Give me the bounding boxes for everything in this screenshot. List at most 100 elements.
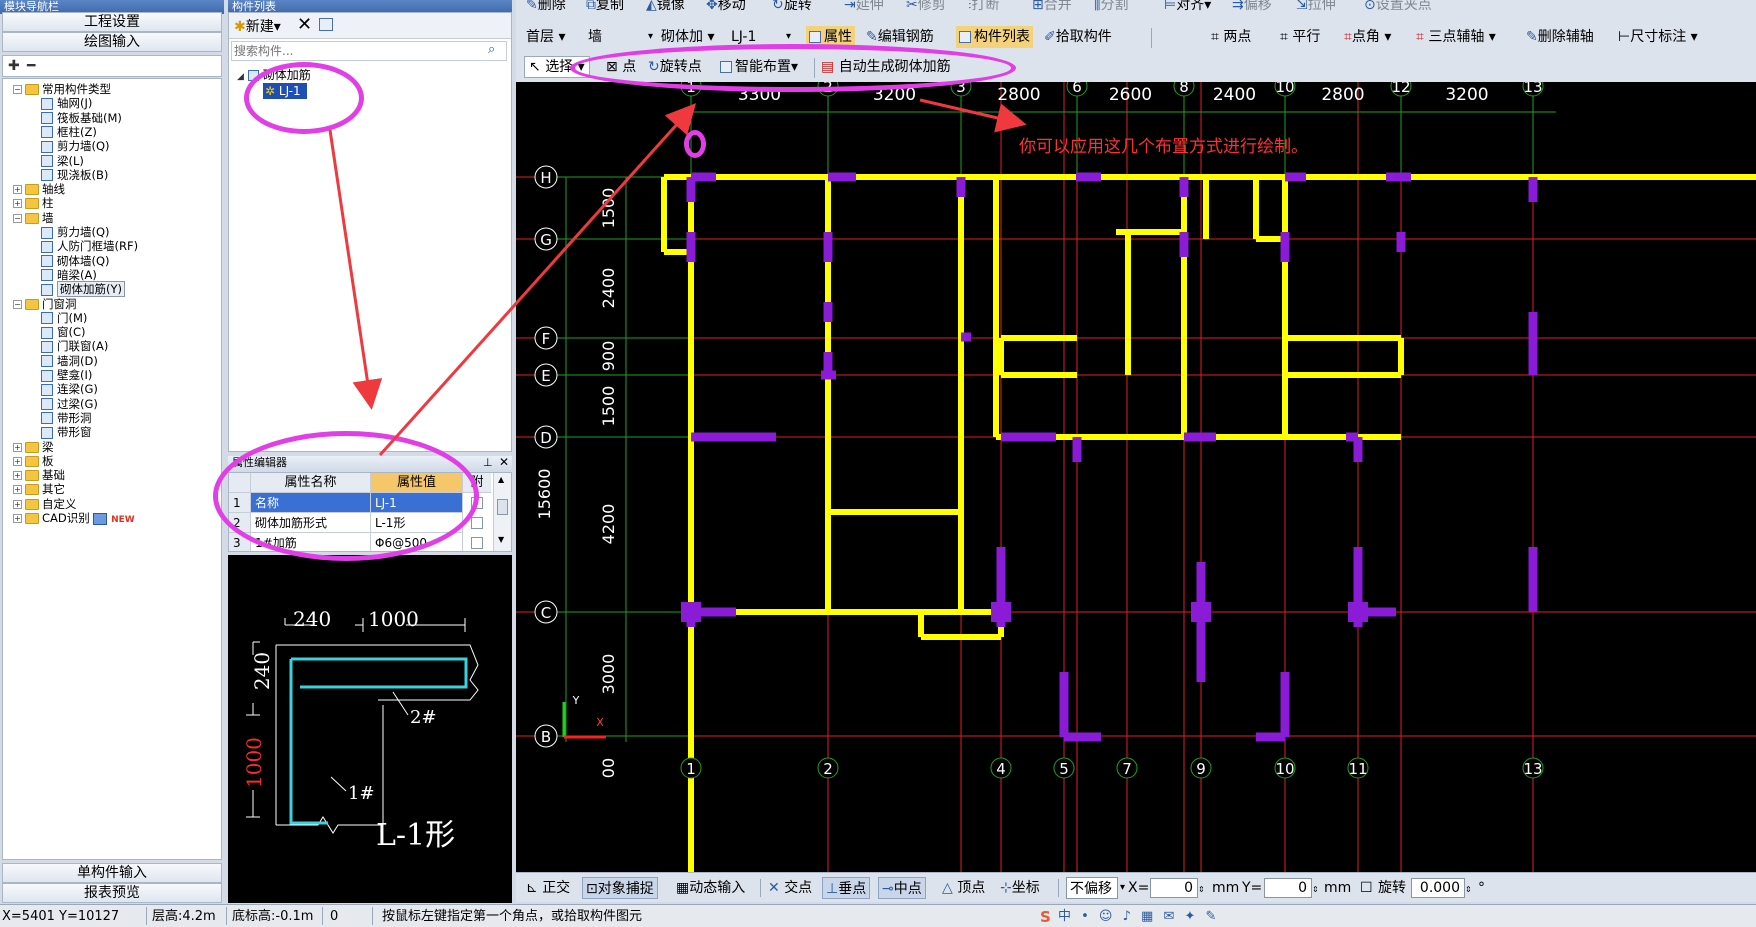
point-angle-axis-button[interactable]: ⌗点角 ▾ [1344, 26, 1391, 48]
dimension-icon: ⊢ [1618, 29, 1631, 45]
row-axis-label: D [540, 429, 552, 447]
delete-icon[interactable]: ✕ [297, 14, 312, 35]
move-button[interactable]: ✥移动 [706, 0, 746, 16]
split-button[interactable]: ⫼分割 [1094, 0, 1128, 16]
bottom-elevation: 底标高:-0.1m [232, 909, 314, 924]
copy-icon[interactable] [319, 18, 333, 31]
dynamic-input-button[interactable]: ▦动态输入 [676, 877, 745, 899]
property-extra-checkbox[interactable] [471, 537, 483, 549]
merge-button[interactable]: ⊞合并 [1032, 0, 1072, 16]
row-axis-label: H [540, 169, 551, 187]
rebar-node [991, 602, 1011, 622]
expand-toggle-icon[interactable]: + [13, 514, 22, 523]
expand-toggle-icon[interactable]: + [13, 199, 22, 209]
intersection-snap-button[interactable]: ✕ 交点 [768, 877, 812, 899]
callout-property-editor [213, 431, 479, 561]
ortho-button[interactable]: ⊾ 正交 [526, 877, 570, 899]
nav-tree-label: 带形窗 [57, 425, 92, 440]
parallel-axis-button[interactable]: ⌗ 平行 [1280, 26, 1320, 48]
new-component-button[interactable]: ✱新建▾ [234, 16, 281, 36]
bar1-label: 1# [348, 783, 375, 804]
search-input[interactable] [234, 43, 474, 59]
bottom-axis-label: 1 [686, 760, 696, 778]
property-extra-checkbox[interactable] [471, 517, 483, 529]
drawing-canvas[interactable]: 1 2 3 6 8 10 12 13 3300 3200 2800 2600 2400 2800 3200 1… [516, 82, 1756, 872]
close-icon[interactable]: ✕ [499, 455, 509, 469]
component-list-button[interactable]: 构件列表 [956, 26, 1033, 48]
delete-axis-button[interactable]: ✎删除辅轴 [1526, 26, 1594, 48]
nav-tree-label: 门(M) [57, 310, 88, 325]
collapse-all-icon[interactable]: ━ [27, 58, 35, 74]
trim-button[interactable]: ✂修剪 [906, 0, 946, 16]
component-list-toolbar: ✱新建▾ ✕ [229, 13, 511, 39]
snap-icon: ⊡ [586, 881, 598, 897]
component-type-icon [41, 97, 53, 110]
rebar-node [1191, 602, 1211, 622]
y-offset-input[interactable]: 0 [1264, 878, 1312, 898]
category-select[interactable]: 墙 [588, 26, 602, 48]
folder-icon [25, 513, 39, 524]
vertex-snap-button[interactable]: △ 顶点 [942, 877, 985, 899]
align-button[interactable]: ⊨对齐▾ [1164, 0, 1211, 16]
left-dimension: 00 [599, 758, 618, 778]
rotate-input[interactable]: 0.000 [1411, 878, 1465, 898]
rotate-button[interactable]: ↻旋转 [772, 0, 812, 16]
expand-toggle-icon[interactable]: − [13, 299, 22, 309]
x-offset-input[interactable]: 0 [1150, 878, 1198, 898]
expand-toggle-icon[interactable]: − [13, 213, 22, 223]
type-select[interactable]: 砌体加 ▾ [661, 26, 714, 48]
expand-toggle-icon[interactable]: + [13, 485, 22, 495]
expand-toggle-icon[interactable]: + [13, 185, 22, 195]
component-type-icon [41, 226, 53, 239]
expand-all-icon[interactable]: ✚ [8, 58, 20, 74]
stretch-button[interactable]: ⇲拉伸 [1296, 0, 1336, 16]
nav-tree-label: 连梁(G) [57, 382, 98, 397]
floor-height: 层高:4.2m [152, 909, 216, 924]
floor-select[interactable]: 首层 ▾ [526, 26, 565, 48]
three-point-axis-button[interactable]: ⌗ 三点辅轴 ▾ [1416, 26, 1496, 48]
folder-icon [25, 298, 39, 310]
nav-tree-label: 门窗洞 [42, 296, 77, 311]
cad-icon [93, 512, 108, 525]
delete-button[interactable]: ✎删除 [526, 0, 566, 16]
expand-toggle-icon[interactable]: + [13, 471, 22, 481]
merge-icon: ⊞ [1032, 0, 1044, 13]
copy-button[interactable]: ⧉复制 [586, 0, 624, 16]
grip-button[interactable]: ⊙设置夹点 [1364, 0, 1432, 16]
single-component-input-button[interactable]: 单构件输入 [2, 863, 222, 883]
pick-component-button[interactable]: ✐拾取构件 [1044, 26, 1112, 48]
coordinate-icon: ⊹ [1000, 880, 1012, 896]
property-scrollbar[interactable]: ▲ ▼ [493, 473, 511, 551]
midpoint-snap-button[interactable]: ⊸中点 [878, 877, 926, 899]
break-button[interactable]: ⫶打断 [968, 0, 1000, 16]
extend-button[interactable]: ⇥延伸 [844, 0, 884, 16]
expand-toggle-icon[interactable]: + [13, 456, 22, 466]
mirror-button[interactable]: ◭镜像 [646, 0, 685, 16]
top-dimension: 2400 [1213, 85, 1256, 105]
offset-button[interactable]: ⇉偏移 [1232, 0, 1272, 16]
properties-icon [809, 31, 821, 43]
edit-rebar-button[interactable]: ✎编辑钢筋 [866, 26, 934, 48]
coordinate-snap-button[interactable]: ⊹坐标 [1000, 877, 1040, 899]
search-icon[interactable]: ⌕ [488, 42, 495, 57]
perpendicular-snap-button[interactable]: ⊥垂点 [822, 877, 871, 899]
project-settings-button[interactable]: 工程设置 [2, 12, 222, 32]
row-axis-label: C [541, 604, 551, 622]
expand-toggle-icon[interactable]: + [13, 442, 22, 452]
nav-tree-item[interactable]: + CAD识别 NEW [13, 510, 135, 526]
rotate-checkbox[interactable]: ☐ [1360, 877, 1373, 899]
drawing-input-button[interactable]: 绘图输入 [2, 32, 222, 52]
delete-axis-icon: ✎ [1526, 29, 1538, 45]
dim-top-right: 1000 [368, 607, 419, 631]
expand-toggle-icon[interactable]: + [13, 499, 22, 509]
pick-icon: ✐ [1044, 29, 1056, 45]
ime-logo-icon[interactable]: S [1040, 908, 1051, 926]
pin-icon[interactable]: ⊥ [483, 456, 493, 469]
offset-mode-select[interactable]: 不偏移 [1066, 877, 1118, 899]
ime-toolbar-icon[interactable]: 中 • ☺ ♪ ▦ ✉ ✦ ✎ [1058, 908, 1219, 926]
object-snap-button[interactable]: ⊡对象捕捉 [582, 877, 658, 899]
expand-toggle-icon[interactable]: − [13, 85, 22, 94]
report-preview-button[interactable]: 报表预览 [2, 883, 222, 903]
two-point-axis-button[interactable]: ⌗ 两点 [1211, 26, 1251, 48]
dimension-button[interactable]: ⊢尺寸标注 ▾ [1618, 26, 1698, 48]
